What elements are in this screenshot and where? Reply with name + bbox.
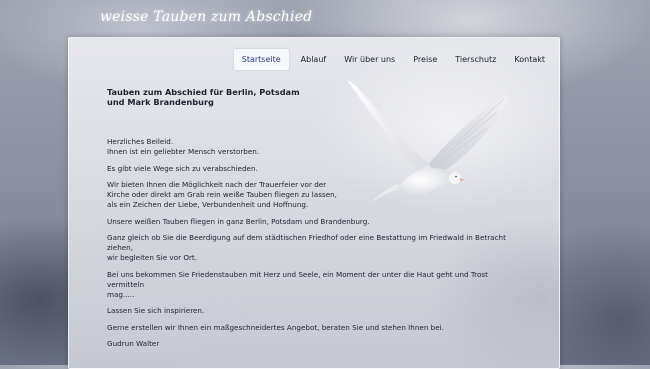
nav-tierschutz[interactable]: Tierschutz — [449, 49, 502, 70]
nav-ablauf[interactable]: Ablauf — [295, 49, 333, 70]
nav-startseite[interactable]: Startseite — [233, 49, 289, 70]
paragraph-quote: Gerne erstellen wir Ihnen ein maßgeschne… — [107, 323, 527, 333]
signature-name: Gudrun Walter — [107, 339, 160, 348]
nav-kontakt[interactable]: Kontakt — [508, 49, 551, 70]
nav-wir-ueber-uns[interactable]: Wir über uns — [338, 49, 401, 70]
paragraph-line: Herzliches Beileid. — [107, 137, 174, 146]
paragraph-line: Ganz gleich ob Sie die Beerdigung auf de… — [107, 233, 506, 252]
site-logo[interactable]: weisse Tauben zum Abschied — [100, 9, 312, 25]
paragraph-offer: Wir bieten Ihnen die Möglichkeit nach de… — [107, 180, 527, 210]
paragraph-condolence: Herzliches Beileid. Ihnen ist ein gelieb… — [107, 137, 527, 157]
paragraph-line: Es gibt viele Wege sich zu verabschieden… — [107, 163, 258, 173]
paragraph-venue: Ganz gleich ob Sie die Beerdigung auf de… — [107, 233, 527, 263]
signature: Gudrun Walter — [107, 339, 527, 349]
paragraph-line: Kirche oder direkt am Grab rein weiße Ta… — [107, 190, 337, 199]
nav-preise[interactable]: Preise — [407, 49, 443, 70]
paragraph-line: mag..... — [107, 289, 135, 299]
paragraph-region: Unsere weißen Tauben fliegen in ganz Ber… — [107, 217, 527, 227]
paragraph-line: Ihnen ist ein geliebter Mensch verstorbe… — [107, 147, 260, 156]
paragraph-ways: Es gibt viele Wege sich zu verabschieden… — [107, 164, 527, 174]
main-content: Tauben zum Abschied für Berlin, Potsdam … — [107, 87, 527, 356]
content-panel: Startseite Ablauf Wir über uns Preise Ti… — [68, 37, 560, 369]
main-navigation: Startseite Ablauf Wir über uns Preise Ti… — [233, 49, 551, 70]
paragraph-line: als ein Zeichen der Liebe, Verbundenheit… — [107, 200, 309, 209]
paragraph-line: Lassen Sie sich inspirieren. — [107, 306, 205, 315]
paragraph-line: Gerne erstellen wir Ihnen ein maßgeschne… — [107, 322, 444, 332]
paragraph-inspire: Lassen Sie sich inspirieren. — [107, 306, 527, 316]
paragraph-line: wir begleiten Sie vor Ort. — [107, 253, 198, 262]
paragraph-peace-doves: Bei uns bekommen Sie Friedenstauben mit … — [107, 270, 527, 300]
paragraph-line: Bei uns bekommen Sie Friedenstauben mit … — [107, 269, 488, 289]
paragraph-line: Unsere weißen Tauben fliegen in ganz Ber… — [107, 216, 370, 226]
paragraph-line: Wir bieten Ihnen die Möglichkeit nach de… — [107, 180, 327, 189]
page-heading: Tauben zum Abschied für Berlin, Potsdam … — [107, 87, 300, 107]
